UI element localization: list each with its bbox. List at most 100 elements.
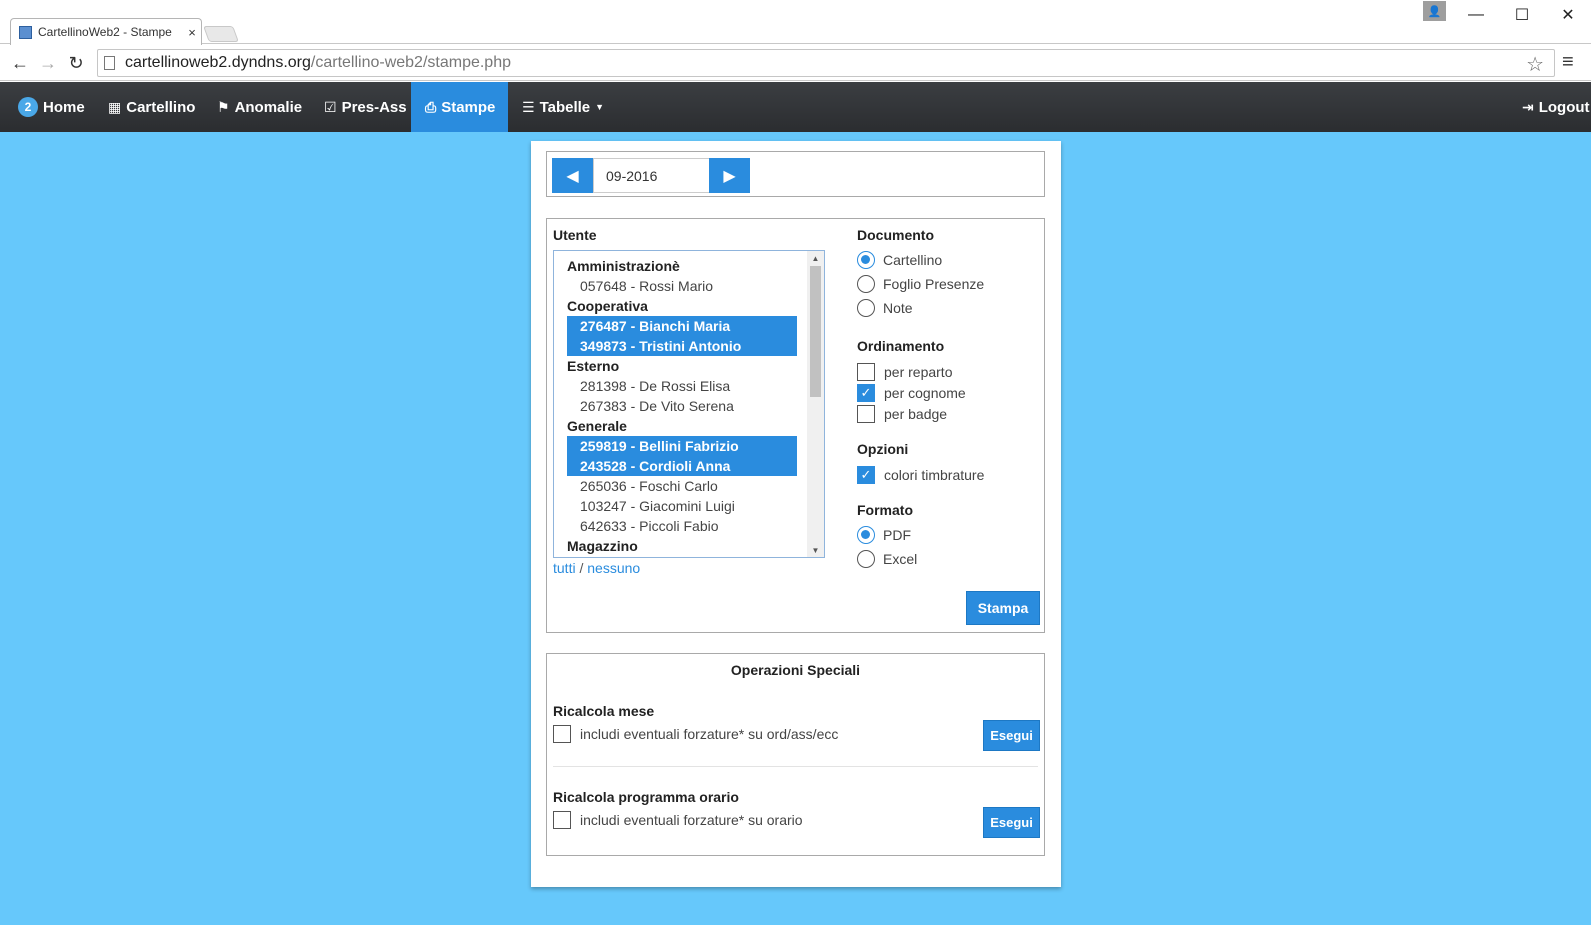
list-item[interactable]: 267383 - De Vito Serena	[567, 396, 797, 416]
nav-stampe-label: Stampe	[441, 98, 496, 116]
back-icon[interactable]: ←	[8, 51, 32, 75]
checkbox[interactable]	[857, 363, 875, 381]
utente-listbox[interactable]: Amministrazionè 057648 - Rossi Mario Coo…	[553, 250, 825, 558]
ordinamento-label: Ordinamento	[857, 338, 945, 354]
check-forzature-mese[interactable]: includi eventuali forzature* su ord/ass/…	[553, 725, 838, 743]
forward-icon[interactable]: →	[36, 51, 60, 75]
check-per-badge[interactable]: per badge	[857, 405, 947, 423]
formato-label: Formato	[857, 502, 913, 518]
listbox-scrollbar[interactable]: ▲ ▼	[807, 251, 824, 557]
check-per-reparto[interactable]: per reparto	[857, 363, 952, 381]
ricalcola-mese-label: Ricalcola mese	[553, 703, 655, 719]
esegui-programma-button[interactable]: Esegui	[983, 807, 1040, 838]
browser-tab[interactable]: CartellinoWeb2 - Stampe ×	[10, 18, 202, 45]
nav-cartellino-label: Cartellino	[126, 98, 196, 116]
radio-label: Cartellino	[883, 252, 943, 268]
profile-icon[interactable]: 👤	[1423, 1, 1446, 21]
radio-button[interactable]	[857, 299, 875, 317]
check-colori-timbrature[interactable]: ✓ colori timbrature	[857, 466, 984, 484]
checkbox[interactable]	[857, 405, 875, 423]
radio-button-checked[interactable]	[857, 251, 875, 269]
radio-cartellino[interactable]: Cartellino	[857, 251, 942, 269]
prev-month-button[interactable]: ◀	[552, 158, 593, 193]
caret-left-icon: ◀	[566, 167, 579, 185]
nav-tabelle-label: Tabelle	[539, 98, 591, 116]
browser-menu-icon[interactable]: ≡	[1562, 51, 1574, 74]
list-item-selected[interactable]: 259819 - Bellini Fabrizio	[567, 436, 797, 456]
checkbox-label: per reparto	[884, 364, 953, 380]
calendar-icon: ▦	[108, 98, 122, 115]
nav-anomalie[interactable]: ⚑ Anomalie	[203, 82, 316, 132]
check-forzature-orario[interactable]: includi eventuali forzature* su orario	[553, 811, 803, 829]
radio-label: Note	[883, 300, 913, 316]
radio-note[interactable]: Note	[857, 299, 913, 317]
list-group: Cooperativa	[567, 298, 648, 314]
checkbox-label: per cognome	[884, 385, 966, 401]
list-item[interactable]: 642633 - Piccoli Fabio	[567, 516, 797, 536]
url-host: cartellinoweb2.dyndns.org	[125, 54, 311, 71]
print-options-panel: Utente Amministrazionè 057648 - Rossi Ma…	[546, 218, 1045, 633]
browser-toolbar: ← → ↻ cartellinoweb2.dyndns.org/cartelli…	[0, 45, 1591, 81]
scroll-down-icon[interactable]: ▼	[807, 543, 824, 557]
esegui-mese-button[interactable]: Esegui	[983, 720, 1040, 751]
radio-pdf[interactable]: PDF	[857, 526, 911, 544]
list-item-selected[interactable]: 243528 - Cordioli Anna	[567, 456, 797, 476]
nav-tabelle[interactable]: ☰ Tabelle ▼	[508, 82, 618, 132]
radio-button[interactable]	[857, 275, 875, 293]
list-item[interactable]: 281398 - De Rossi Elisa	[567, 376, 797, 396]
checkbox-checked[interactable]: ✓	[857, 384, 875, 402]
checkbox[interactable]	[553, 811, 571, 829]
list-item-selected[interactable]: 349873 - Tristini Antonio	[567, 336, 797, 356]
stampa-button[interactable]: Stampa	[966, 591, 1040, 625]
list-item[interactable]: 103247 - Giacomini Luigi	[567, 496, 797, 516]
radio-button[interactable]	[857, 550, 875, 568]
address-bar[interactable]: cartellinoweb2.dyndns.org/cartellino-web…	[97, 49, 1555, 77]
list-group: Amministrazionè	[567, 258, 680, 274]
list-group: Magazzino	[567, 538, 638, 554]
bookmark-star-icon[interactable]: ☆	[1526, 52, 1544, 77]
radio-foglio-presenze[interactable]: Foglio Presenze	[857, 275, 984, 293]
nav-logout-label: Logout	[1538, 98, 1590, 116]
list-item[interactable]: 057648 - Rossi Mario	[567, 276, 797, 296]
checkbox-label: includi eventuali forzature* su orario	[580, 812, 803, 828]
documento-label: Documento	[857, 227, 934, 243]
nav-cartellino[interactable]: ▦ Cartellino	[94, 82, 209, 132]
nav-pres-ass[interactable]: ☑ Pres-Ass	[310, 82, 421, 132]
next-month-button[interactable]: ▶	[709, 158, 750, 193]
minimize-icon[interactable]: —	[1453, 0, 1499, 30]
tab-close-icon[interactable]: ×	[183, 25, 201, 40]
nav-logout[interactable]: ⇥ Logout	[1508, 82, 1591, 132]
print-icon: ⎙	[425, 98, 437, 115]
url-path: /cartellino-web2/stampe.php	[310, 54, 511, 71]
list-group: Esterno	[567, 358, 620, 374]
list-item[interactable]: 265036 - Foschi Carlo	[567, 476, 797, 496]
logout-icon: ⇥	[1522, 98, 1534, 115]
check-per-cognome[interactable]: ✓ per cognome	[857, 384, 966, 402]
month-input[interactable]: 09-2016	[593, 158, 711, 193]
checkbox-checked[interactable]: ✓	[857, 466, 875, 484]
nav-stampe[interactable]: ⎙ Stampe	[411, 82, 508, 132]
select-all-link[interactable]: tutti	[553, 560, 576, 576]
caret-right-icon: ▶	[723, 167, 736, 185]
list-item-selected[interactable]: 276487 - Bianchi Maria	[567, 316, 797, 336]
nav-home[interactable]: 2 Home	[4, 82, 99, 132]
page-icon	[104, 56, 115, 70]
maximize-icon[interactable]: ☐	[1499, 0, 1545, 30]
scroll-thumb[interactable]	[810, 266, 821, 397]
close-window-icon[interactable]: ✕	[1545, 0, 1591, 30]
scroll-up-icon[interactable]: ▲	[807, 251, 824, 265]
reload-icon[interactable]: ↻	[64, 51, 88, 75]
list-group: Generale	[567, 418, 627, 434]
opzioni-label: Opzioni	[857, 441, 909, 457]
new-tab-button[interactable]	[203, 26, 239, 42]
radio-button-checked[interactable]	[857, 526, 875, 544]
list-icon: ☰	[522, 98, 535, 115]
caret-down-icon: ▼	[595, 102, 605, 112]
check-square-icon: ☑	[324, 98, 337, 115]
radio-excel[interactable]: Excel	[857, 550, 917, 568]
month-selector: ◀ 09-2016 ▶	[546, 151, 1045, 197]
checkbox[interactable]	[553, 725, 571, 743]
special-operations-panel: Operazioni Speciali Ricalcola mese inclu…	[546, 653, 1045, 856]
checkbox-label: includi eventuali forzature* su ord/ass/…	[580, 726, 839, 742]
select-none-link[interactable]: nessuno	[587, 560, 640, 576]
